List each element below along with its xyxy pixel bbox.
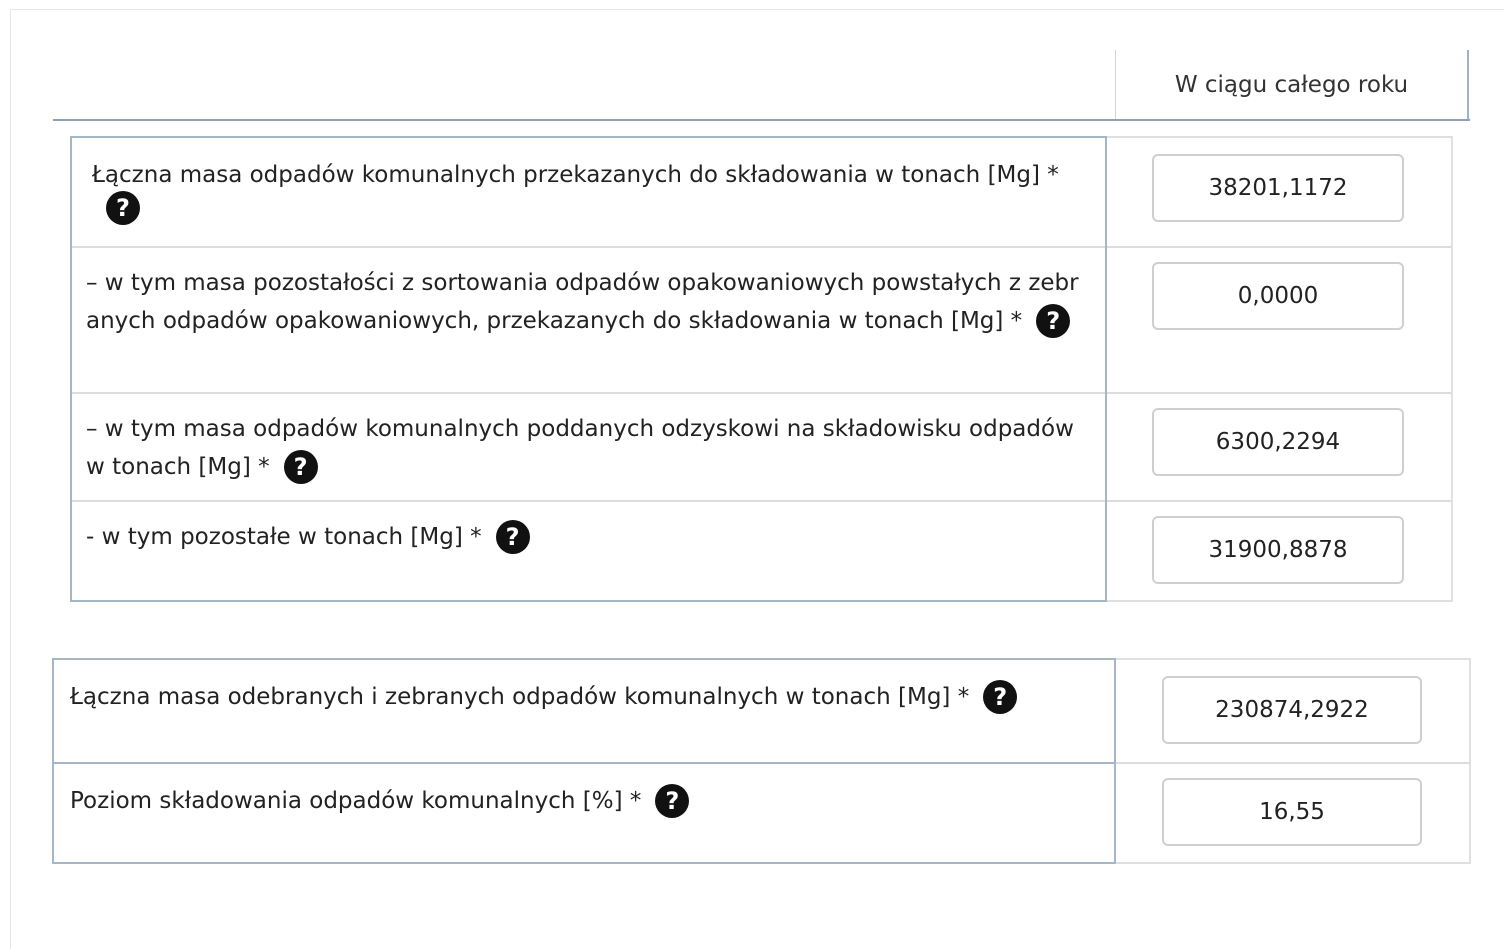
- question-circle-icon[interactable]: ?: [655, 783, 690, 818]
- row-label: – w tym masa pozostałości z sortowania o…: [86, 270, 1079, 334]
- group1-row-1: Łączna masa odpadów komunalnych przekaza…: [72, 138, 1105, 246]
- group1-row-3: – w tym masa odpadów komunalnych poddany…: [72, 392, 1105, 500]
- row-divider: [1107, 246, 1451, 248]
- row-divider: [1107, 500, 1451, 502]
- sorting-residue-input[interactable]: [1152, 262, 1404, 330]
- row-label: Łączna masa odebranych i zebranych odpad…: [70, 684, 970, 710]
- mass-landfilled-input[interactable]: [1152, 154, 1404, 222]
- group2-row-1: Łączna masa odebranych i zebranych odpad…: [54, 660, 1114, 762]
- total-collected-mass-input[interactable]: [1162, 676, 1422, 744]
- group1-row-4: - w tym pozostałe w tonach [Mg] *?: [72, 500, 1105, 600]
- question-circle-icon[interactable]: ?: [495, 519, 530, 554]
- question-circle-icon[interactable]: ?: [983, 679, 1018, 714]
- question-circle-icon[interactable]: ?: [1036, 303, 1071, 338]
- group1-row-2: – w tym masa pozostałości z sortowania o…: [72, 246, 1105, 392]
- row-divider: [1116, 762, 1469, 764]
- recovered-at-landfill-input[interactable]: [1152, 408, 1404, 476]
- question-circle-icon[interactable]: ?: [106, 191, 140, 225]
- landfill-level-input[interactable]: [1162, 778, 1422, 846]
- group2-row-2: Poziom składowania odpadów komunalnych […: [54, 762, 1114, 862]
- header-divider: [53, 119, 1470, 121]
- row-label: - w tym pozostałe w tonach [Mg] *: [86, 524, 482, 550]
- row-label: – w tym masa odpadów komunalnych poddany…: [86, 416, 1074, 480]
- group1-labels: Łączna masa odpadów komunalnych przekaza…: [70, 136, 1107, 602]
- row-divider: [1107, 392, 1451, 394]
- question-circle-icon[interactable]: ?: [283, 449, 318, 484]
- row-label: Łączna masa odpadów komunalnych przekaza…: [92, 162, 1059, 188]
- row-label: Poziom składowania odpadów komunalnych […: [70, 788, 642, 814]
- remaining-mass-input[interactable]: [1152, 516, 1404, 584]
- column-header: W ciągu całego roku: [1115, 50, 1469, 120]
- group2-labels: Łączna masa odebranych i zebranych odpad…: [52, 658, 1116, 864]
